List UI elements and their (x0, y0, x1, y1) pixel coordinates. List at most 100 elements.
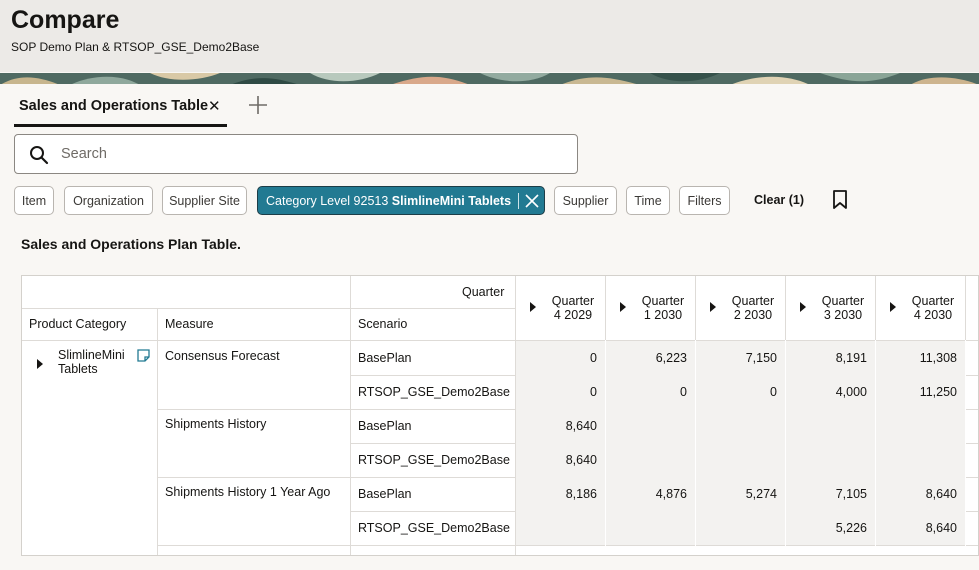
value-text: 7,105 (835, 487, 867, 501)
note-icon[interactable] (137, 349, 150, 362)
value-text: 11,250 (919, 385, 957, 399)
expand-quarter-toggle[interactable] (710, 302, 716, 312)
column-divider (965, 340, 966, 555)
value-text: 8,186 (565, 487, 597, 501)
value-cell[interactable]: 0 (606, 375, 695, 409)
chip-category-prefix: Category Level 92513 (266, 193, 389, 208)
value-cell[interactable]: 8,640 (876, 511, 965, 545)
value-cell[interactable] (786, 409, 875, 443)
value-text: 8,191 (835, 351, 867, 365)
table-heading: Sales and Operations Plan Table. (21, 236, 241, 252)
value-cell[interactable]: 11,250 (876, 375, 965, 409)
clear-filters-link[interactable]: Clear (1) (754, 193, 804, 207)
value-cell[interactable] (876, 409, 965, 443)
chip-divider (518, 192, 520, 209)
measure-label: Consensus Forecast (165, 349, 280, 363)
value-text: 7,150 (745, 351, 777, 365)
value-cell[interactable] (606, 443, 695, 477)
row-divider (157, 545, 978, 546)
value-cell[interactable] (606, 409, 695, 443)
measure-label: Shipments History (165, 417, 267, 431)
chip-time[interactable]: Time (626, 186, 670, 215)
value-cell[interactable]: 11,308 (876, 341, 965, 375)
value-cell[interactable] (696, 443, 785, 477)
search-box (14, 134, 578, 174)
quarter-header: Quarter 1 2030 (641, 294, 685, 322)
expand-quarter-toggle[interactable] (530, 302, 536, 312)
value-text: 8,640 (565, 419, 597, 433)
value-cell[interactable] (696, 511, 785, 545)
chip-filters[interactable]: Filters (679, 186, 730, 215)
value-cell[interactable]: 8,640 (516, 443, 605, 477)
value-cell[interactable] (876, 443, 965, 477)
value-text: 4,000 (835, 385, 867, 399)
value-cell[interactable]: 5,226 (786, 511, 875, 545)
chip-supplier[interactable]: Supplier (554, 186, 617, 215)
value-text: 6,223 (655, 351, 687, 365)
column-divider (605, 340, 606, 555)
value-cell[interactable]: 8,186 (516, 477, 605, 511)
value-cell[interactable]: 0 (516, 375, 605, 409)
expand-product-toggle[interactable] (37, 359, 43, 369)
scenario-label: BasePlan (358, 487, 412, 501)
value-cell[interactable]: 4,000 (786, 375, 875, 409)
value-cell[interactable]: 8,640 (516, 409, 605, 443)
scenario-label: RTSOP_GSE_Demo2Base (358, 385, 510, 399)
value-cell[interactable]: 8,191 (786, 341, 875, 375)
close-icon[interactable]: ✕ (208, 97, 221, 115)
col-header-product-category: Product Category (29, 317, 127, 331)
value-cell[interactable] (696, 409, 785, 443)
value-cell[interactable]: 0 (696, 375, 785, 409)
search-input[interactable] (61, 143, 561, 165)
value-text: 11,308 (919, 351, 957, 365)
value-cell[interactable]: 8,640 (876, 477, 965, 511)
column-divider (875, 340, 876, 555)
value-cell[interactable] (606, 511, 695, 545)
value-cell[interactable]: 6,223 (606, 341, 695, 375)
chip-category-level[interactable]: Category Level 92513 SlimlineMini Tablet… (257, 186, 545, 215)
value-text: 5,274 (745, 487, 777, 501)
scenario-label: BasePlan (358, 419, 412, 433)
plus-icon[interactable] (247, 94, 269, 116)
close-icon[interactable] (525, 193, 539, 208)
value-cell[interactable] (786, 443, 875, 477)
value-cell[interactable]: 0 (516, 341, 605, 375)
value-cell[interactable]: 7,105 (786, 477, 875, 511)
tab-label: Sales and Operations Table (19, 98, 209, 114)
chip-item[interactable]: Item (14, 186, 54, 215)
col-header-measure: Measure (165, 317, 214, 331)
value-cell[interactable]: 4,876 (606, 477, 695, 511)
value-text: 8,640 (565, 453, 597, 467)
page-subtitle: SOP Demo Plan & RTSOP_GSE_Demo2Base (11, 40, 260, 54)
chip-organization[interactable]: Organization (64, 186, 153, 215)
bookmark-icon[interactable] (832, 190, 848, 210)
quarter-header: Quarter 2 2030 (731, 294, 775, 322)
chip-supplier-site[interactable]: Supplier Site (162, 186, 247, 215)
pivot-table: Quarter Product Category Measure Scenari… (21, 275, 979, 556)
value-cell[interactable] (516, 511, 605, 545)
decorative-banner (0, 72, 979, 84)
quarter-header: Quarter 3 2030 (821, 294, 865, 322)
value-text: 4,876 (655, 487, 687, 501)
scenario-label: RTSOP_GSE_Demo2Base (358, 453, 510, 467)
scenario-label: BasePlan (358, 351, 412, 365)
value-text: 8,640 (925, 521, 957, 535)
value-cell[interactable]: 7,150 (696, 341, 785, 375)
page-header: Compare SOP Demo Plan & RTSOP_GSE_Demo2B… (0, 0, 979, 72)
value-cell[interactable]: 5,274 (696, 477, 785, 511)
expand-quarter-toggle[interactable] (800, 302, 806, 312)
column-divider (695, 340, 696, 555)
value-text: 5,226 (835, 521, 867, 535)
tab-sales-and-operations-table[interactable]: Sales and Operations Table ✕ (14, 97, 227, 127)
corner-label: Quarter (462, 285, 505, 299)
chip-category-value: SlimlineMini Tablets (391, 193, 512, 208)
value-text: 0 (590, 351, 597, 365)
expand-quarter-toggle[interactable] (890, 302, 896, 312)
measure-label: Shipments History 1 Year Ago (165, 485, 331, 499)
tab-bar: Sales and Operations Table ✕ (0, 84, 979, 128)
scenario-label: RTSOP_GSE_Demo2Base (358, 521, 510, 535)
quarter-header: Quarter 4 2030 (911, 294, 955, 322)
value-text: 0 (770, 385, 777, 399)
expand-quarter-toggle[interactable] (620, 302, 626, 312)
value-text: 0 (680, 385, 687, 399)
